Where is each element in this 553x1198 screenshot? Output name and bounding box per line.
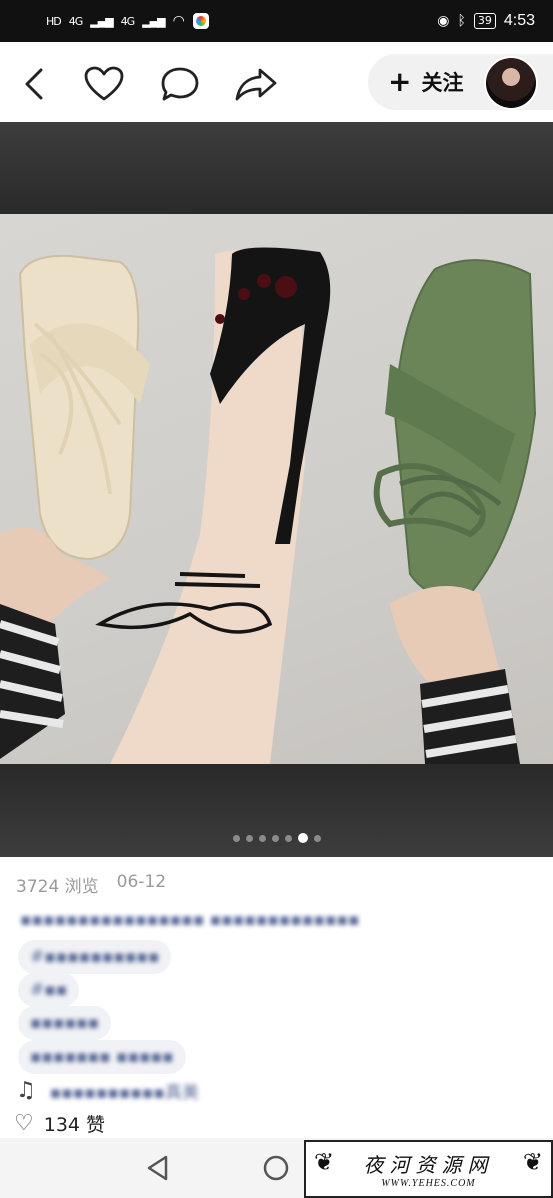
bluetooth-icon: ᛒ — [457, 13, 466, 29]
clock: 4:53 — [503, 12, 535, 29]
music-note-icon: ♫ — [16, 1078, 36, 1103]
heart-icon — [84, 66, 124, 101]
comment-bubble-icon — [161, 67, 199, 101]
post-meta: 3724 浏览 06-12 — [16, 872, 166, 897]
signal-1-label: 4G — [68, 14, 83, 28]
wifi-icon: ◠ — [172, 13, 185, 29]
hd-indicator: HD — [46, 14, 62, 28]
author-avatar[interactable] — [484, 56, 538, 110]
status-bar: HD 4G ▂▄▆ 4G ▂▄▆ ◠ ◉ ᛒ 39 4:53 — [0, 0, 553, 42]
hashtag-1-label: #▪▪▪▪▪▪▪▪▪▪ — [30, 947, 160, 967]
signal-bars-icon: ▂▄▆ — [90, 14, 113, 28]
like-button[interactable] — [82, 62, 126, 106]
post-photo — [0, 214, 553, 764]
battery-icon: 39 — [473, 13, 496, 29]
comment-button[interactable] — [158, 62, 202, 106]
ornament-icon: ❦ — [314, 1148, 335, 1176]
signal-bars-icon: ▂▄▆ — [142, 14, 165, 28]
watermark-title: 夜河资源网 — [363, 1153, 494, 1177]
post-header: + 关注 — [0, 42, 553, 122]
follow-label: 关注 — [421, 71, 464, 95]
carousel-dot — [232, 834, 240, 842]
status-right: ◉ ᛒ 39 4:53 — [437, 12, 535, 30]
plus-icon: + — [388, 65, 412, 98]
nav-home-button[interactable] — [262, 1154, 290, 1182]
post-image-carousel[interactable] — [0, 122, 553, 857]
watermark-url: WWW.YEHES.COM — [381, 1178, 476, 1189]
carousel-dot — [297, 833, 308, 843]
app-notification-icon — [192, 13, 209, 29]
ornament-icon: ❦ — [522, 1148, 543, 1176]
hashtag-2[interactable]: #▪▪ — [18, 973, 80, 1007]
hashtag-4[interactable]: ▪▪▪▪▪▪▪ ▪▪▪▪▪ — [18, 1040, 186, 1074]
like-count: 134 赞 — [43, 1114, 106, 1136]
share-button[interactable] — [234, 62, 278, 106]
post-date: 06-12 — [116, 872, 167, 892]
sandals-photo-illustration — [0, 247, 537, 764]
hashtag-1[interactable]: #▪▪▪▪▪▪▪▪▪▪ — [18, 940, 172, 974]
status-left: HD 4G ▂▄▆ 4G ▂▄▆ ◠ — [46, 13, 209, 29]
likes-row[interactable]: ♡ 134 赞 — [14, 1110, 105, 1137]
carousel-dot — [271, 834, 279, 842]
carousel-dot — [245, 834, 253, 842]
music-title: ▪▪▪▪▪▪▪▪▪▪真美 — [49, 1083, 199, 1103]
signal-2-label: 4G — [120, 14, 135, 28]
hashtag-3[interactable]: ▪▪▪▪▪▪ — [18, 1006, 112, 1040]
circle-home-icon — [263, 1155, 289, 1181]
share-arrow-icon — [235, 68, 277, 101]
hashtag-2-label: #▪▪ — [30, 980, 68, 1000]
carousel-dot — [284, 834, 292, 842]
triangle-back-icon — [147, 1155, 168, 1181]
view-count: 3724 浏览 — [16, 877, 99, 897]
heart-outline-icon: ♡ — [14, 1111, 34, 1136]
post-title: ▪▪▪▪▪▪▪▪▪▪▪▪▪▪▪▪ ▪▪▪▪▪▪▪▪▪▪▪▪▪ — [20, 910, 360, 930]
eye-icon: ◉ — [437, 13, 450, 29]
back-arrow-icon — [25, 68, 43, 100]
carousel-indicator — [0, 833, 553, 843]
carousel-dot — [313, 834, 321, 842]
watermark-logo: ❦ ❦ 夜河资源网 WWW.YEHES.COM — [304, 1140, 553, 1198]
hashtag-3-label: ▪▪▪▪▪▪ — [30, 1013, 100, 1033]
music-row[interactable]: ♫ ▪▪▪▪▪▪▪▪▪▪真美 — [16, 1078, 199, 1103]
nav-back-button[interactable] — [144, 1154, 172, 1182]
carousel-dot — [258, 834, 266, 842]
back-button[interactable] — [12, 62, 56, 106]
hashtag-4-label: ▪▪▪▪▪▪▪ ▪▪▪▪▪ — [30, 1047, 174, 1067]
